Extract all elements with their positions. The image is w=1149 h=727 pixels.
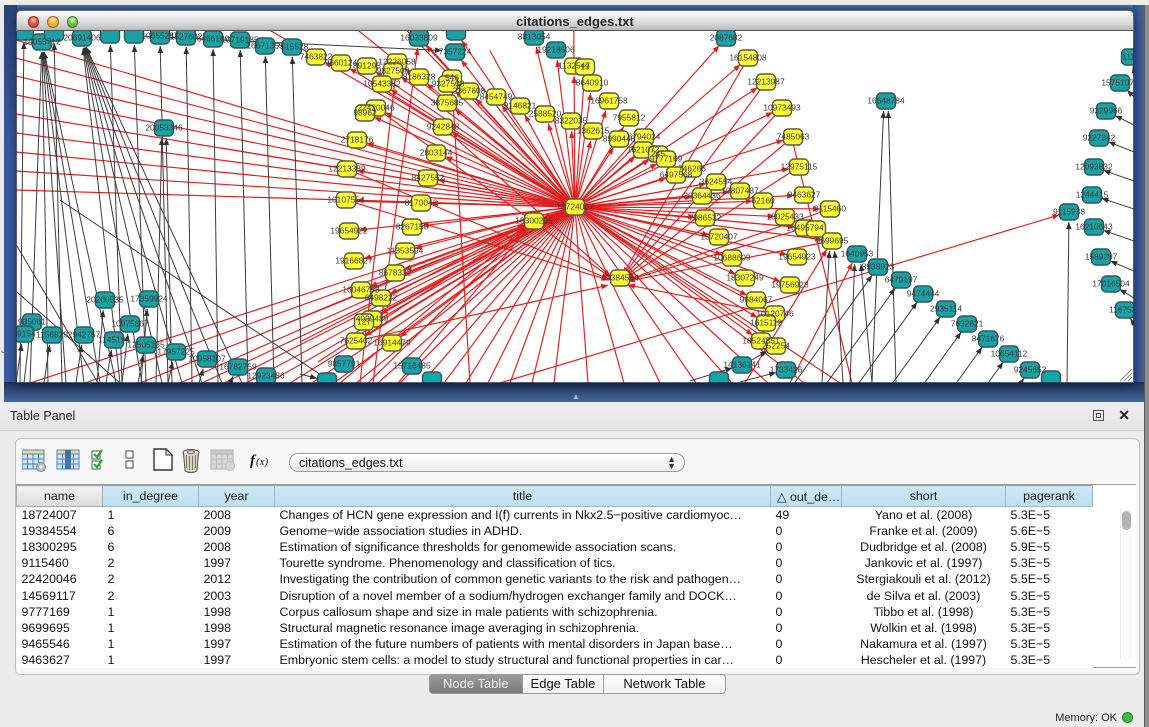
svg-text:2718176: 2718176 [341,135,374,145]
svg-text:9463627: 9463627 [788,190,821,200]
svg-text:2087682: 2087682 [710,33,743,43]
svg-text:10688609: 10688609 [713,253,751,263]
svg-text:7357224: 7357224 [439,47,472,57]
svg-text:15716485: 15716485 [393,361,431,371]
svg-text:19654923: 19654923 [778,252,816,262]
svg-text:127: 127 [357,317,371,327]
svg-text:16914479: 16914479 [373,338,411,348]
svg-text:18300295: 18300295 [515,216,553,226]
svg-text:2935114: 2935114 [930,304,962,314]
svg-text:20364436: 20364436 [683,191,721,201]
svg-text:16033809: 16033809 [400,33,438,43]
svg-text:20200535: 20200535 [86,295,124,305]
svg-text:12213987: 12213987 [747,77,785,87]
svg-text:252254: 252254 [762,341,790,351]
svg-text:8938923: 8938923 [862,262,895,272]
svg-text:19: 19 [580,62,590,72]
svg-text:17016504: 17016504 [1092,279,1130,289]
svg-text:8170046: 8170046 [405,198,438,208]
svg-text:39154: 39154 [16,329,36,339]
svg-text:19756928: 19756928 [771,280,809,290]
svg-text:1156829: 1156829 [36,330,68,340]
svg-text:10975867: 10975867 [111,319,149,329]
svg-text:8427552: 8427552 [412,173,445,183]
svg-text:10107554: 10107554 [327,195,365,205]
svg-text:9115938: 9115938 [1053,207,1085,217]
svg-text:8640910: 8640910 [576,78,609,88]
svg-text:16961758: 16961758 [590,96,628,106]
svg-text:1167533: 1167533 [1109,305,1134,315]
svg-text:10543382: 10543382 [363,79,401,89]
svg-text:17359924: 17359924 [130,294,168,304]
svg-text:1733426: 1733426 [770,365,803,375]
svg-text:9699695: 9699695 [816,236,849,246]
svg-text:16648784: 16648784 [867,96,905,106]
svg-text:7955812: 7955812 [613,113,646,123]
svg-text:19218506: 19218506 [537,45,575,55]
svg-text:12923486: 12923486 [247,371,285,381]
svg-text:7515528: 7515528 [276,42,309,52]
svg-text:16495794: 16495794 [786,223,824,233]
svg-text:8813054: 8813054 [518,32,551,42]
svg-text:19654922: 19654922 [330,226,368,236]
svg-text:15720407: 15720407 [700,232,738,242]
svg-text:9329966: 9329966 [1090,106,1123,116]
svg-text:6498222: 6498222 [365,293,398,303]
svg-text:20053346: 20053346 [145,123,183,133]
svg-text:7625402: 7625402 [340,336,373,346]
svg-text:18307249: 18307249 [726,273,764,283]
svg-text:1145194: 1145194 [98,335,130,345]
svg-text:2942757: 2942757 [68,330,101,340]
svg-text:19166827: 19166827 [335,256,373,266]
svg-text:7485063: 7485063 [777,132,810,142]
svg-text:12093832: 12093832 [1075,162,1113,172]
svg-text:15751074: 15751074 [1101,78,1134,88]
svg-text:14136141: 14136141 [723,360,761,370]
svg-text:19384554: 19384554 [601,273,639,283]
svg-text:1615112: 1615112 [750,318,782,328]
svg-text:9474444: 9474444 [907,289,940,299]
svg-text:746266: 746266 [678,164,706,174]
svg-text:20691406: 20691406 [63,33,101,43]
svg-text:6479197: 6479197 [885,275,918,285]
svg-text:8471676: 8471676 [972,334,1005,344]
svg-text:9242848: 9242848 [427,122,460,132]
svg-text:1589297: 1589297 [1085,252,1118,262]
svg-text:9857791: 9857791 [328,359,361,369]
svg-text:98962: 98962 [353,108,377,118]
svg-text:8322035: 8322035 [555,116,588,126]
svg-text:16210643: 16210643 [1075,222,1113,232]
svg-text:8678332: 8678332 [379,268,412,278]
svg-text:10807487: 10807487 [721,186,759,196]
svg-text:11353594: 11353594 [387,246,424,256]
svg-text:9245652: 9245652 [1014,365,1047,375]
svg-text:3875685: 3875685 [431,98,464,108]
svg-text:9684067: 9684067 [740,295,773,305]
svg-text:12213389: 12213389 [328,164,366,174]
svg-text:9227342: 9227342 [1083,133,1116,143]
svg-text:1640953: 1640953 [841,249,874,259]
svg-text:10973493: 10973493 [763,103,801,113]
svg-text:6794024: 6794024 [628,132,661,142]
svg-text:8186328: 8186328 [403,72,436,82]
svg-text:10025433: 10025433 [766,212,804,222]
svg-text:18724007: 18724007 [556,202,594,212]
svg-text:7986532: 7986532 [689,213,722,223]
svg-text:935061: 935061 [18,317,46,327]
svg-text:9777169: 9777169 [650,154,683,164]
svg-text:1117: 1117 [1122,52,1134,62]
svg-text:(x): (x) [256,456,269,468]
svg-text:12975115: 12975115 [781,162,818,172]
svg-text:1244415: 1244415 [1076,190,1109,200]
svg-text:9115460: 9115460 [814,204,846,214]
svg-text:14055712: 14055712 [23,37,61,47]
svg-text:2803144: 2803144 [420,148,453,158]
svg-text:62160: 62160 [751,196,775,206]
svg-text:8267150: 8267150 [396,222,429,232]
svg-text:16154808: 16154808 [729,53,767,63]
svg-text:7632621: 7632621 [951,319,984,329]
svg-text:10654112: 10654112 [991,349,1028,359]
